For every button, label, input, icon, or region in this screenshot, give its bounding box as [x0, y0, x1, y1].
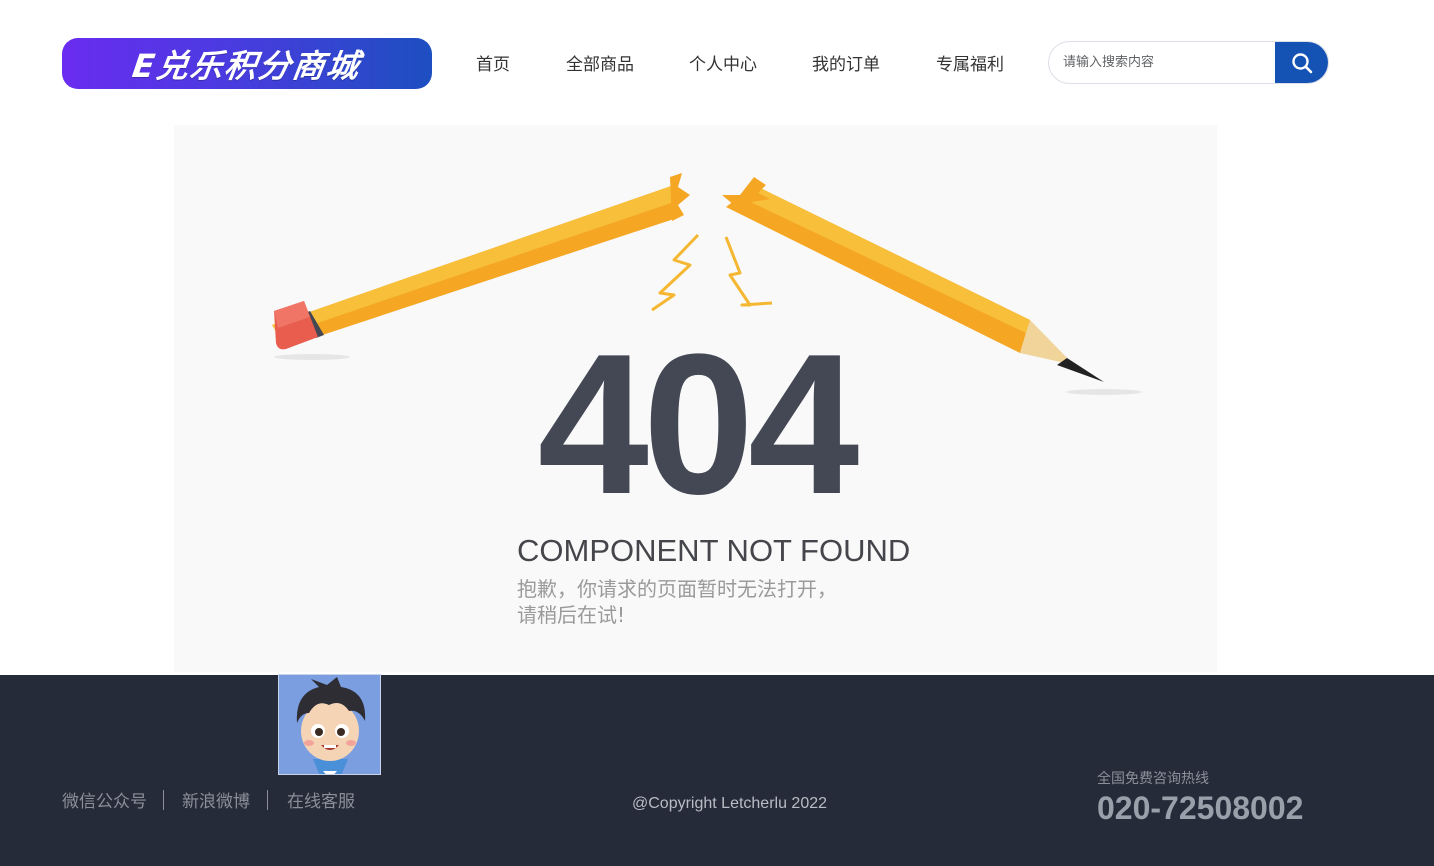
search-box — [1048, 41, 1329, 84]
nav-home[interactable]: 首页 — [476, 50, 510, 75]
cartoon-avatar-icon — [278, 674, 381, 775]
error-message-line1: 抱歉，你请求的页面暂时无法打开， — [517, 577, 837, 601]
search-button[interactable] — [1275, 42, 1328, 83]
footer-link-wechat[interactable]: 微信公众号 — [62, 787, 147, 812]
hotline-label: 全国免费咨询热线 — [1097, 771, 1209, 787]
copyright-text: @Copyright Letcherlu 2022 — [632, 795, 828, 812]
nav-all-products[interactable]: 全部商品 — [566, 50, 634, 75]
hotline-number: 020-72508002 — [1097, 790, 1304, 826]
error-title: COMPONENT NOT FOUND — [517, 533, 911, 568]
logo-text: E兑乐积分商城 — [130, 46, 364, 85]
nav-exclusive-benefits[interactable]: 专属福利 — [936, 50, 1004, 75]
nav-personal-center[interactable]: 个人中心 — [689, 50, 757, 75]
site-logo[interactable]: E兑乐积分商城 — [62, 38, 432, 89]
nav-my-orders[interactable]: 我的订单 — [812, 50, 880, 75]
footer-link-weibo[interactable]: 新浪微博 — [182, 787, 250, 812]
error-code: 404 — [537, 313, 860, 536]
footer-divider — [267, 790, 268, 810]
footer-divider — [163, 790, 164, 810]
error-panel: 404 COMPONENT NOT FOUND 抱歉，你请求的页面暂时无法打开，… — [174, 125, 1217, 672]
error-message-line2: 请稍后在试! — [517, 603, 626, 627]
footer-link-online-service[interactable]: 在线客服 — [287, 787, 355, 812]
footer — [0, 675, 1434, 866]
search-icon — [1292, 52, 1313, 73]
search-input[interactable] — [1049, 42, 1275, 83]
header: E兑乐积分商城 首页 全部商品 个人中心 我的订单 专属福利 — [0, 0, 1434, 125]
